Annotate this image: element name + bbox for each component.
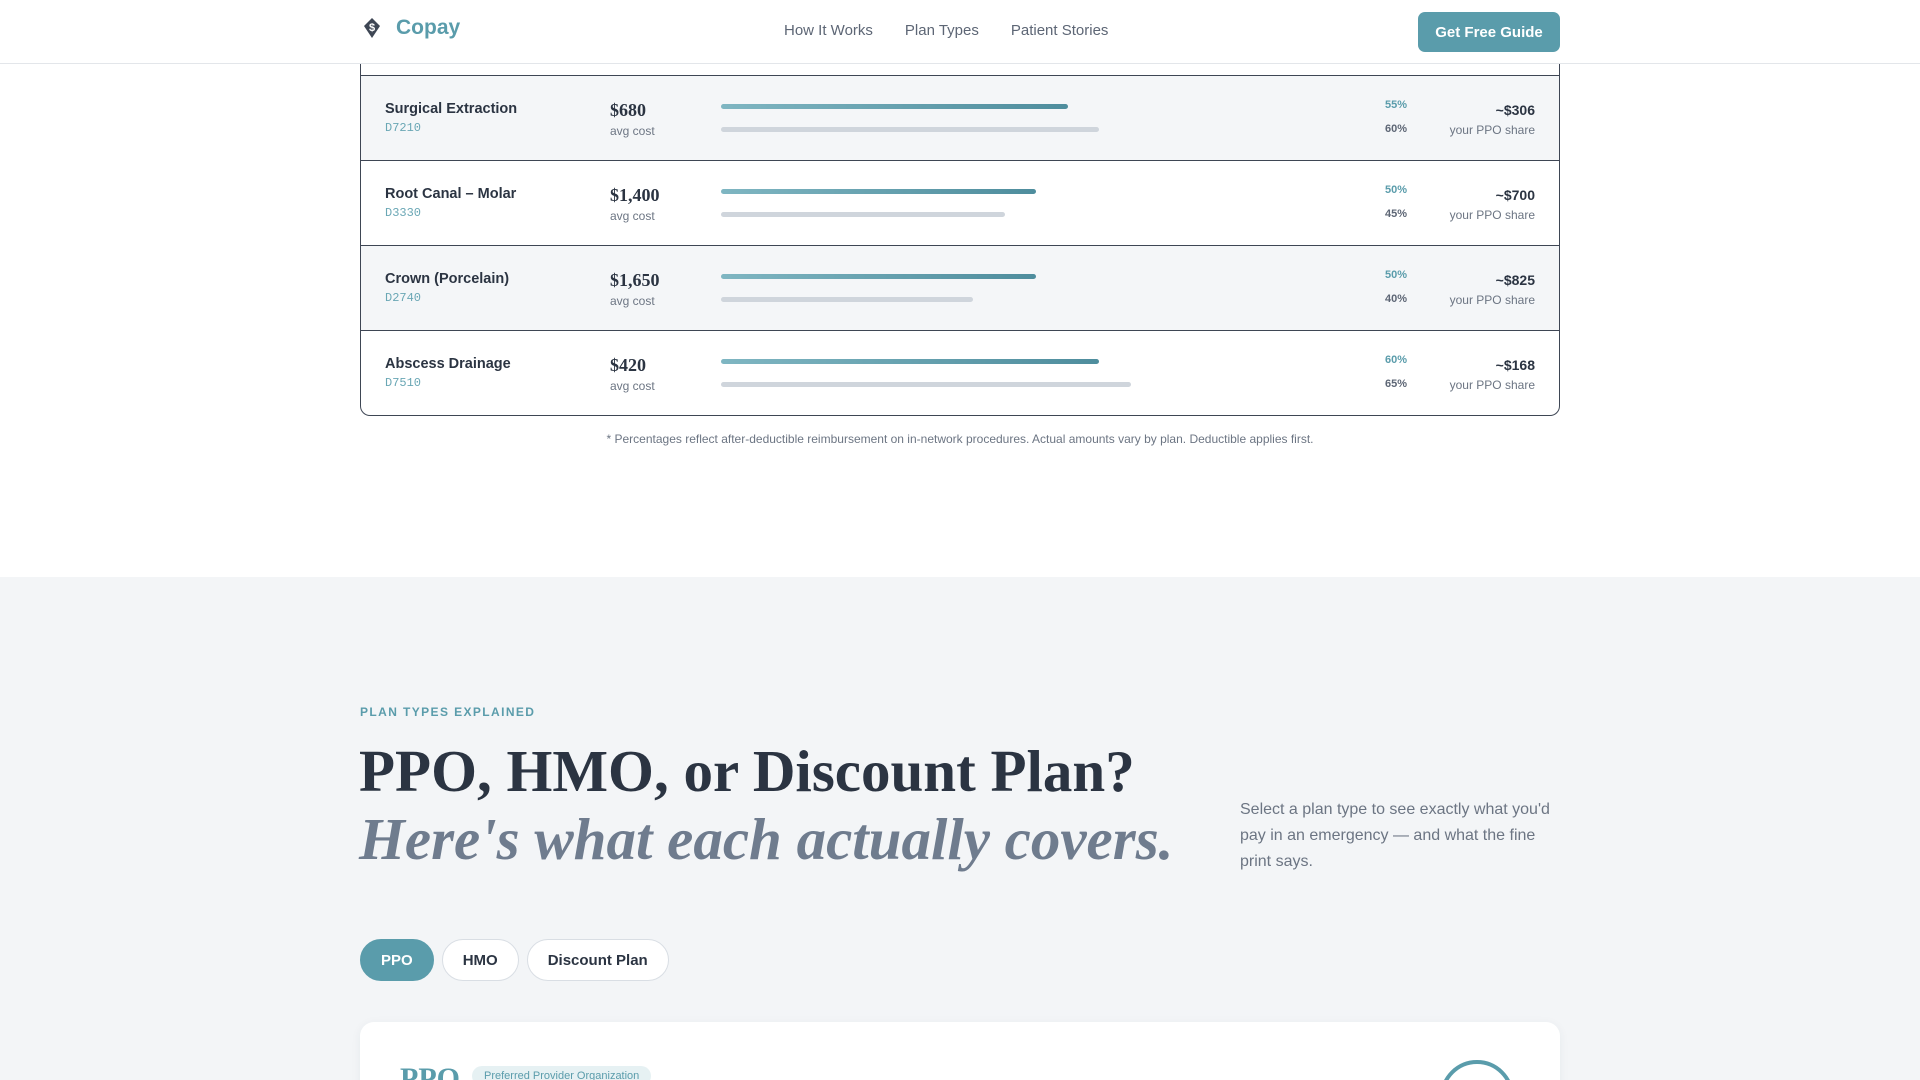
ppo-share-amount: ~$306 — [1495, 102, 1535, 118]
comparison-coverage-percent: 40% — [1384, 293, 1407, 305]
ppo-share-label: your PPO share — [1449, 293, 1535, 307]
comparison-coverage-bar — [721, 127, 1099, 132]
coverage-footnote: * Percentages reflect after-deductible r… — [606, 432, 1314, 446]
comparison-coverage-percent: 65% — [1384, 378, 1407, 390]
procedure-avg-cost: $680 — [610, 100, 646, 120]
table-row: Crown (Porcelain) D2740 $1,650 avg cost … — [361, 245, 1559, 330]
ppo-share-label: your PPO share — [1449, 378, 1535, 392]
avg-cost-label: avg cost — [610, 379, 655, 393]
nav-link-plan-types[interactable]: Plan Types — [905, 22, 979, 39]
tab-ppo[interactable]: PPO — [360, 939, 434, 981]
table-row: Surgical Extraction D7210 $680 avg cost … — [361, 75, 1559, 160]
procedure-coverage-table: Surgical Extraction D7210 $680 avg cost … — [360, 60, 1560, 416]
tab-hmo[interactable]: HMO — [441, 939, 519, 981]
ppo-share-label: your PPO share — [1449, 123, 1535, 137]
nav-link-how-it-works[interactable]: How It Works — [784, 22, 873, 39]
comparison-coverage-percent: 45% — [1384, 208, 1407, 220]
comparison-coverage-bar — [721, 382, 1131, 387]
procedure-name: Root Canal – Molar — [385, 186, 517, 202]
table-row: Abscess Drainage D7510 $420 avg cost 60%… — [361, 330, 1559, 415]
procedure-avg-cost: $420 — [610, 355, 646, 375]
top-navigation-bar: $ Copay How It Works Plan Types Patient … — [0, 0, 1920, 64]
ppo-coverage-percent: 50% — [1384, 184, 1407, 196]
ppo-coverage-bar — [721, 104, 1068, 109]
ppo-coverage-bar — [721, 359, 1099, 364]
procedure-code: D7510 — [385, 376, 422, 390]
plan-type-tabs: PPO HMO Discount Plan — [360, 939, 669, 981]
svg-text:$: $ — [369, 22, 375, 34]
ppo-coverage-bar — [721, 189, 1036, 194]
tooth-dollar-icon: $ — [360, 16, 384, 40]
get-free-guide-button[interactable]: Get Free Guide — [1418, 12, 1560, 52]
section-headline: PPO, HMO, or Discount Plan? — [359, 738, 1135, 804]
procedure-avg-cost: $1,400 — [610, 185, 660, 205]
ppo-coverage-percent: 55% — [1384, 99, 1407, 111]
procedure-avg-cost: $1,650 — [610, 270, 660, 290]
procedure-code: D7210 — [385, 121, 422, 135]
plan-types-section: PLAN TYPES EXPLAINED PPO, HMO, or Discou… — [0, 577, 1920, 1080]
procedure-code: D2740 — [385, 291, 422, 305]
section-eyebrow: PLAN TYPES EXPLAINED — [360, 705, 536, 719]
ppo-share-amount: ~$700 — [1495, 187, 1535, 203]
nav-link-patient-stories[interactable]: Patient Stories — [1011, 22, 1109, 39]
ppo-share-amount: ~$825 — [1495, 272, 1535, 288]
procedure-code: D3330 — [385, 206, 422, 220]
main-nav: How It Works Plan Types Patient Stories — [784, 22, 1108, 39]
tab-discount-plan[interactable]: Discount Plan — [526, 939, 669, 981]
section-intro-text: Select a plan type to see exactly what y… — [1240, 801, 1550, 870]
ppo-share-label: your PPO share — [1449, 208, 1535, 222]
brand-name: Copay — [396, 16, 461, 39]
plan-detail-card: PPO Preferred Provider Organization — [360, 1022, 1560, 1080]
table-row: Root Canal – Molar D3330 $1,400 avg cost… — [361, 160, 1559, 245]
avg-cost-label: avg cost — [610, 209, 655, 223]
procedure-name: Surgical Extraction — [385, 101, 518, 117]
comparison-coverage-bar — [721, 212, 1005, 217]
procedure-name: Abscess Drainage — [385, 356, 511, 372]
ppo-coverage-percent: 50% — [1384, 269, 1407, 281]
coverage-ring-icon — [1440, 1060, 1514, 1080]
plan-card-title: PPO — [400, 1062, 460, 1080]
section-subheadline: Here's what each actually covers. — [359, 806, 1174, 872]
ppo-coverage-percent: 60% — [1384, 354, 1407, 366]
comparison-coverage-bar — [721, 297, 973, 302]
procedure-name: Crown (Porcelain) — [385, 271, 510, 287]
brand-logo-link[interactable]: $ Copay — [360, 16, 460, 40]
avg-cost-label: avg cost — [610, 294, 655, 308]
ppo-share-amount: ~$168 — [1495, 357, 1535, 373]
ppo-coverage-bar — [721, 274, 1036, 279]
plan-card-badge: Preferred Provider Organization — [472, 1066, 652, 1080]
avg-cost-label: avg cost — [610, 124, 655, 138]
comparison-coverage-percent: 60% — [1384, 123, 1407, 135]
